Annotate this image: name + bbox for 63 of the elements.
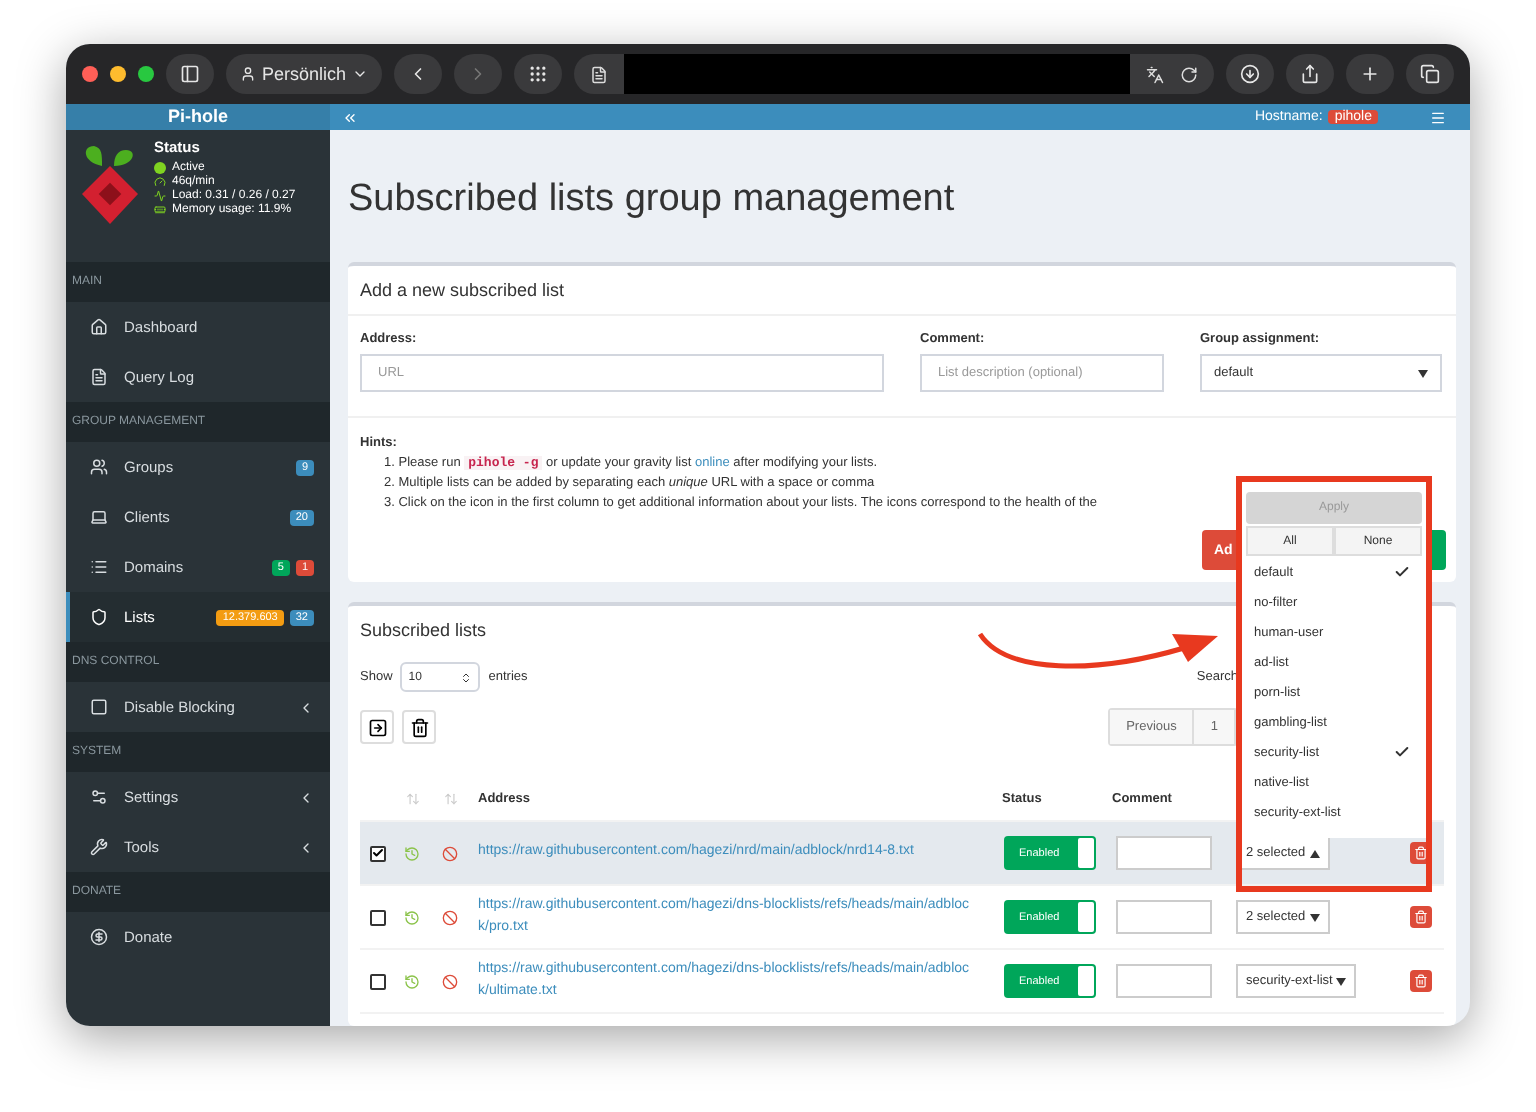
list-icon <box>90 558 108 576</box>
comment-field[interactable] <box>1116 964 1212 998</box>
history-icon[interactable] <box>404 909 420 925</box>
delete-selected-button[interactable] <box>402 710 436 744</box>
home-icon <box>90 318 108 336</box>
download-button[interactable] <box>1226 54 1274 94</box>
history-icon[interactable] <box>404 973 420 989</box>
share-button[interactable] <box>1286 54 1334 94</box>
sidebar-icon <box>180 64 200 84</box>
add-to-group-button[interactable] <box>360 710 394 744</box>
minimize-button[interactable] <box>110 66 126 82</box>
caret-icon <box>1418 369 1428 377</box>
trash-icon <box>409 717 429 737</box>
row-checkbox[interactable] <box>369 845 385 861</box>
square-icon <box>90 698 108 716</box>
person-icon <box>240 66 256 82</box>
comment-field[interactable] <box>1116 836 1212 870</box>
blocked-icon[interactable] <box>442 845 458 861</box>
memory-icon <box>154 204 166 216</box>
card-title: Subscribed lists <box>360 620 487 640</box>
reload-icon[interactable] <box>1180 65 1198 83</box>
row-checkbox[interactable] <box>369 973 385 989</box>
page-icon <box>590 65 609 83</box>
arrow-box-icon <box>367 717 387 737</box>
trash-icon <box>1413 974 1427 988</box>
download-icon <box>1240 64 1260 84</box>
plus-icon <box>1360 64 1380 84</box>
gauge-icon <box>154 176 166 188</box>
card-title: Add a new subscribed list <box>360 280 565 300</box>
document-icon <box>90 368 108 386</box>
translate-icon <box>1146 65 1164 83</box>
row-checkbox[interactable] <box>369 909 385 925</box>
coin-icon <box>90 928 108 946</box>
back-button[interactable] <box>394 54 443 94</box>
laptop-icon <box>90 508 108 526</box>
activity-icon <box>154 190 166 202</box>
tab-overview-button[interactable] <box>514 54 563 94</box>
delete-button[interactable] <box>1409 970 1431 992</box>
delete-button[interactable] <box>1409 906 1431 928</box>
share-icon <box>1300 64 1320 84</box>
status-dot <box>154 162 166 174</box>
brand-title: Pi-hole <box>66 104 330 130</box>
grid-icon <box>528 64 549 84</box>
shield-icon <box>90 608 108 626</box>
zoom-button[interactable] <box>138 66 154 82</box>
blocked-icon[interactable] <box>442 909 458 925</box>
page-title: Subscribed lists group management <box>348 178 957 222</box>
users-icon <box>90 458 108 476</box>
menu-icon[interactable] <box>1430 109 1446 125</box>
blocked-icon[interactable] <box>442 973 458 989</box>
profile-button[interactable]: Persönlich <box>226 54 383 94</box>
trash-icon <box>1413 910 1427 924</box>
settings-icon <box>90 788 108 806</box>
close-button[interactable] <box>82 66 98 82</box>
new-tab-button[interactable] <box>1346 54 1394 94</box>
tabs-icon <box>1420 64 1440 84</box>
collapse-icon[interactable] <box>342 109 358 125</box>
chevron-icon <box>352 66 369 82</box>
tabs-button[interactable] <box>1406 54 1454 94</box>
comment-field[interactable] <box>1116 900 1212 934</box>
trash-icon <box>1413 846 1427 860</box>
wrench-icon <box>90 838 108 856</box>
sidebar-toggle-button[interactable] <box>166 54 214 94</box>
